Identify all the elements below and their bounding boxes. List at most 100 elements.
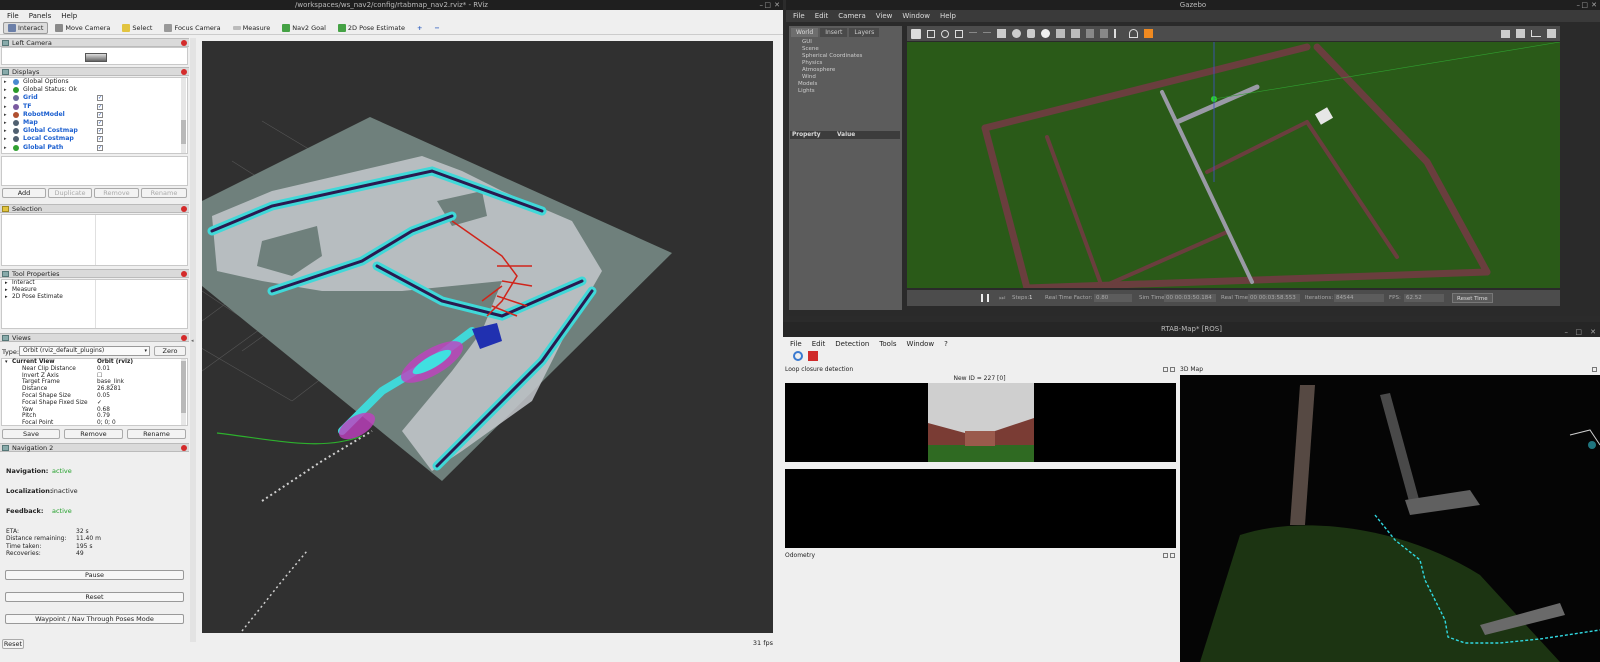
tool-move-camera[interactable]: Move Camera [50, 22, 115, 34]
expand-arrow-icon[interactable]: ▸ [4, 78, 7, 86]
dock-float-icon[interactable] [1592, 367, 1597, 372]
display-checkbox[interactable]: ✓ [97, 144, 103, 151]
menu-help[interactable]: Help [936, 12, 960, 20]
rviz-3d-view[interactable] [202, 41, 773, 633]
world-tree-item[interactable]: Wind [802, 74, 902, 81]
expand-arrow-icon[interactable]: ▸ [4, 119, 7, 127]
expand-arrow-icon[interactable]: ▸ [4, 135, 7, 143]
screenshot-icon[interactable] [1501, 29, 1510, 38]
view-prop-row[interactable]: Target Frame base_link [2, 379, 187, 386]
expand-arrow-icon[interactable]: ▸ [4, 103, 7, 111]
menu-file[interactable]: File [3, 12, 23, 20]
maximize-icon[interactable]: □ [1581, 0, 1588, 10]
pause-icon[interactable] [808, 351, 818, 361]
display-checkbox[interactable]: ✓ [97, 128, 103, 135]
scrollbar-thumb[interactable] [181, 120, 186, 144]
record-icon[interactable] [1144, 29, 1153, 38]
menu-edit[interactable]: Edit [811, 12, 833, 20]
panel-splitter[interactable]: ◂ [190, 38, 196, 642]
box-shape-icon[interactable] [997, 29, 1006, 38]
display-item[interactable]: ▸ Global Status: Ok [2, 86, 187, 94]
menu-window[interactable]: Window [898, 12, 934, 20]
zero-button[interactable]: Zero [154, 346, 186, 356]
display-item[interactable]: ▸ Global Costmap ✓ [2, 127, 187, 135]
menu-view[interactable]: View [872, 12, 897, 20]
current-view-row[interactable]: ▾ Current View Orbit (rviz) [2, 359, 187, 366]
copy-icon[interactable] [1086, 29, 1094, 38]
select-mode-icon[interactable] [911, 28, 921, 39]
views-scrollbar[interactable] [181, 359, 186, 425]
rename-view-button[interactable]: Rename [127, 429, 186, 439]
display-item[interactable]: ▸ RobotModel ✓ [2, 111, 187, 119]
tool-2d-pose-estimate[interactable]: 2D Pose Estimate [333, 22, 410, 34]
duplicate-display-button[interactable]: Duplicate [48, 188, 92, 198]
view-prop-row[interactable]: Focal Shape Size 0.05 [2, 393, 187, 400]
display-checkbox[interactable]: ✓ [97, 103, 103, 110]
menu-about[interactable]: ? [940, 340, 952, 348]
add-tool-button[interactable]: + [412, 22, 427, 34]
expand-arrow-icon[interactable]: ▸ [4, 86, 7, 94]
display-checkbox[interactable]: ✓ [97, 136, 103, 143]
redo-icon[interactable] [983, 31, 991, 36]
display-item[interactable]: ▸ Local Costmap ✓ [2, 135, 187, 143]
close-icon[interactable]: ✕ [774, 0, 780, 10]
displays-scrollbar[interactable] [181, 78, 186, 153]
minimize-icon[interactable]: – [1577, 0, 1581, 10]
pause-button[interactable]: Pause [5, 570, 184, 580]
snap-icon[interactable] [1129, 29, 1138, 38]
close-panel-icon[interactable] [181, 206, 187, 212]
world-tree-item[interactable]: Scene [802, 46, 902, 53]
display-checkbox[interactable]: ✓ [97, 111, 103, 118]
display-item[interactable]: ▸ TF ✓ [2, 103, 187, 111]
close-panel-icon[interactable] [181, 69, 187, 75]
menu-edit[interactable]: Edit [808, 340, 830, 348]
paste-icon[interactable] [1100, 29, 1108, 38]
world-tree-item[interactable]: Atmosphere [802, 67, 902, 74]
menu-tools[interactable]: Tools [875, 340, 900, 348]
align-icon[interactable] [1114, 29, 1123, 38]
world-tree-item[interactable]: Lights [798, 88, 902, 95]
menu-help[interactable]: Help [57, 12, 81, 20]
view-type-select[interactable]: Orbit (rviz_default_plugins) ▾ [19, 346, 150, 356]
spot-light-icon[interactable] [1056, 29, 1065, 38]
remove-tool-button[interactable]: − [429, 22, 444, 34]
world-tree-item[interactable]: Spherical Coordinates [802, 53, 902, 60]
view-prop-row[interactable]: Invert Z Axis ☐ [2, 373, 187, 380]
menu-panels[interactable]: Panels [25, 12, 56, 20]
video-icon[interactable] [1547, 29, 1556, 38]
close-panel-icon[interactable] [181, 271, 187, 277]
step-icon[interactable]: ⏭ [999, 294, 1005, 302]
display-checkbox[interactable]: ✓ [97, 95, 103, 102]
display-item[interactable]: ▸ Global Options [2, 78, 187, 86]
close-panel-icon[interactable] [181, 335, 187, 341]
log-icon[interactable] [1516, 29, 1525, 38]
expand-arrow-icon[interactable]: ▸ [4, 111, 7, 119]
display-checkbox[interactable]: ✓ [97, 119, 103, 126]
minimize-icon[interactable]: – [760, 0, 764, 10]
scale-mode-icon[interactable] [955, 29, 963, 38]
tab-insert[interactable]: Insert [820, 28, 848, 37]
waypoint-mode-button[interactable]: Waypoint / Nav Through Poses Mode [5, 614, 184, 624]
light-icon[interactable] [1041, 29, 1050, 38]
menu-file[interactable]: File [786, 340, 806, 348]
menu-file[interactable]: File [789, 12, 809, 20]
view-prop-row[interactable]: Distance 26.8281 [2, 386, 187, 393]
rename-display-button[interactable]: Rename [141, 188, 187, 198]
world-tree-item[interactable]: GUI [802, 39, 902, 46]
tab-world[interactable]: World [791, 28, 819, 37]
tool-interact[interactable]: Interact [3, 22, 49, 34]
cylinder-shape-icon[interactable] [1027, 29, 1035, 38]
map-3d-view[interactable] [1180, 375, 1600, 662]
close-panel-icon[interactable] [181, 445, 187, 451]
dock-close-icon[interactable] [1170, 553, 1175, 558]
display-item[interactable]: ▸ Grid ✓ [2, 94, 187, 102]
tab-layers[interactable]: Layers [849, 28, 880, 37]
expand-arrow-icon[interactable]: ▸ [4, 127, 7, 135]
tool-focus-camera[interactable]: Focus Camera [159, 22, 225, 34]
world-tree-item[interactable]: Models [798, 81, 902, 88]
expand-arrow-icon[interactable]: ▸ [4, 144, 7, 152]
add-display-button[interactable]: Add [2, 188, 46, 198]
remove-view-button[interactable]: Remove [64, 429, 123, 439]
maximize-icon[interactable]: □ [764, 0, 771, 10]
view-prop-row[interactable]: Near Clip Distance 0.01 [2, 366, 187, 373]
